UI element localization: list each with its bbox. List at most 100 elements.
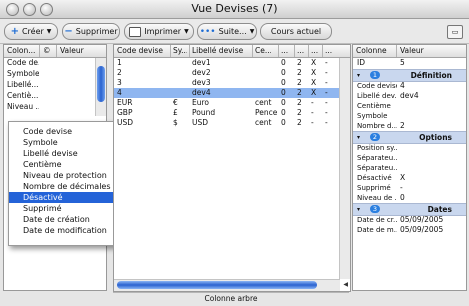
detail-row[interactable]: Symbole bbox=[353, 111, 466, 121]
table-cell: 0 bbox=[281, 78, 286, 87]
table-row[interactable]: GBP £ Pound Pence 0 2- - bbox=[114, 108, 350, 118]
table-cell: X bbox=[311, 68, 317, 77]
detail-row[interactable]: Désactivé X bbox=[353, 173, 466, 183]
disclosure-triangle-icon[interactable]: ▾ bbox=[357, 204, 360, 215]
table-cell: - bbox=[325, 88, 328, 97]
table-row[interactable]: 2 dev2 0 2 X - bbox=[114, 68, 350, 78]
table-row[interactable]: 4 dev4 0 2 X - bbox=[114, 88, 350, 98]
header-divider bbox=[308, 45, 309, 57]
detail-value: 0 bbox=[400, 193, 405, 202]
table-cell: - bbox=[325, 78, 328, 87]
header-column[interactable]: Colonne bbox=[356, 46, 394, 55]
header-divider bbox=[56, 45, 57, 57]
toolbar: + Créer ▼ − Supprimer Imprimer ▼ ••• Sui… bbox=[0, 19, 469, 44]
menu-item-created-date[interactable]: Date de création bbox=[9, 214, 123, 225]
detail-header: Colonne Valeur bbox=[353, 45, 466, 58]
table-vertical-scrollbar[interactable] bbox=[339, 58, 350, 279]
toggle-toolbar-button[interactable]: ▭ bbox=[447, 25, 463, 39]
menu-item-symbol[interactable]: Symbole bbox=[9, 137, 123, 148]
table-cell: - bbox=[311, 98, 314, 107]
detail-row-id[interactable]: ID 5 bbox=[353, 58, 466, 68]
header-symbol[interactable]: Sy... bbox=[173, 46, 187, 55]
menu-item-decimals[interactable]: Nombre de décimales bbox=[9, 181, 123, 192]
table-cell: - bbox=[311, 118, 314, 127]
delete-button[interactable]: − Supprimer bbox=[62, 23, 120, 40]
table-row[interactable]: 3 dev3 0 2 X - bbox=[114, 78, 350, 88]
table-cell: cent bbox=[255, 98, 272, 107]
header-column[interactable]: Colon... bbox=[7, 46, 37, 55]
table-cell: - bbox=[311, 108, 314, 117]
detail-label: Date de m... bbox=[357, 226, 397, 234]
header-hundredth[interactable]: Ce... bbox=[255, 46, 271, 55]
create-label: Créer bbox=[21, 27, 44, 36]
header-label[interactable]: Libellé devise bbox=[192, 46, 244, 55]
header-divider bbox=[294, 45, 295, 57]
more-button[interactable]: ••• Suite... ▼ bbox=[197, 23, 257, 40]
detail-row[interactable]: Nombre d... 2 bbox=[353, 121, 466, 131]
table-horizontal-scrollbar[interactable]: ◀ bbox=[114, 279, 348, 291]
detail-row[interactable]: Séparateu... bbox=[353, 153, 466, 163]
table-cell: $ bbox=[173, 118, 178, 127]
detail-row[interactable]: Code devise 4 bbox=[353, 81, 466, 91]
scroll-left-arrow-icon[interactable]: ◀ bbox=[343, 281, 348, 288]
detail-row[interactable]: Position sy... bbox=[353, 143, 466, 153]
detail-row[interactable]: Centième bbox=[353, 101, 466, 111]
detail-label: Séparateu... bbox=[357, 154, 397, 162]
menu-item-modified-date[interactable]: Date de modification bbox=[9, 225, 123, 236]
list-item[interactable]: Libellé... bbox=[4, 80, 106, 90]
detail-label: Symbole bbox=[357, 112, 388, 120]
table-row[interactable]: 1 dev1 0 2 X - bbox=[114, 58, 350, 68]
menu-item-deleted[interactable]: Supprimé bbox=[9, 203, 123, 214]
detail-row[interactable]: Libellé dev... dev4 bbox=[353, 91, 466, 101]
list-item[interactable]: Niveau ... bbox=[4, 102, 106, 112]
table-row[interactable]: USD $ USD cent 0 2- - bbox=[114, 118, 350, 128]
column-list-scrollbar[interactable] bbox=[95, 58, 106, 116]
printer-icon bbox=[129, 26, 142, 37]
list-item[interactable]: Centiè... bbox=[4, 91, 106, 101]
header-col6[interactable]: ... bbox=[297, 46, 306, 55]
detail-row[interactable]: Supprimé - bbox=[353, 183, 466, 193]
header-col5[interactable]: ... bbox=[281, 46, 290, 55]
detail-row[interactable]: Date de m... 05/09/2005 bbox=[353, 225, 466, 235]
detail-row[interactable]: Séparateu... bbox=[353, 163, 466, 173]
table-cell: 0 bbox=[281, 68, 286, 77]
group-label: Définition bbox=[410, 71, 452, 80]
menu-item-code[interactable]: Code devise bbox=[9, 126, 123, 137]
table-cell: 2 bbox=[297, 98, 302, 107]
disclosure-triangle-icon[interactable]: ▾ bbox=[357, 70, 360, 81]
header-col7[interactable]: ... bbox=[311, 46, 320, 55]
header-value[interactable]: Valeur bbox=[400, 46, 440, 55]
table-cell: 0 bbox=[281, 108, 286, 117]
detail-label: ID bbox=[357, 58, 365, 67]
table-cell: £ bbox=[173, 108, 178, 117]
scrollbar-thumb[interactable] bbox=[97, 66, 105, 102]
menu-item-hundredth[interactable]: Centième bbox=[9, 159, 123, 170]
delete-label: Supprimer bbox=[75, 27, 118, 36]
print-button[interactable]: Imprimer ▼ bbox=[124, 23, 194, 40]
currency-table-header: Code devise Sy... Libellé devise Ce... .… bbox=[114, 45, 350, 58]
table-cell: GBP bbox=[117, 108, 133, 117]
menu-item-protection[interactable]: Niveau de protection bbox=[9, 170, 123, 181]
table-cell: 2 bbox=[297, 108, 302, 117]
current-rate-button[interactable]: Cours actuel bbox=[260, 23, 332, 40]
menu-item-disabled[interactable]: Désactivé bbox=[9, 192, 123, 203]
list-item[interactable]: Code de... bbox=[4, 58, 106, 68]
detail-row[interactable]: Date de cr... 05/09/2005 bbox=[353, 215, 466, 225]
list-item[interactable]: Symbole bbox=[4, 69, 106, 79]
table-row[interactable]: EUR € Euro cent 0 2- - bbox=[114, 98, 350, 108]
scrollbar-thumb[interactable] bbox=[117, 281, 317, 289]
detail-label: Position sy... bbox=[357, 144, 397, 152]
menu-item-label[interactable]: Libellé devise bbox=[9, 148, 123, 159]
table-cell: € bbox=[173, 98, 178, 107]
disclosure-triangle-icon[interactable]: ▾ bbox=[357, 132, 360, 143]
detail-value: X bbox=[400, 173, 406, 182]
header-copyright[interactable]: © bbox=[43, 46, 53, 55]
detail-row[interactable]: Niveau de ... 0 bbox=[353, 193, 466, 203]
header-value[interactable]: Valeur bbox=[60, 46, 95, 55]
header-code[interactable]: Code devise bbox=[117, 46, 167, 55]
header-divider bbox=[278, 45, 279, 57]
list-item-label: Code de... bbox=[7, 58, 39, 67]
detail-value: 5 bbox=[400, 58, 405, 67]
header-col8[interactable]: ... bbox=[325, 46, 334, 55]
create-button[interactable]: + Créer ▼ bbox=[4, 23, 58, 40]
